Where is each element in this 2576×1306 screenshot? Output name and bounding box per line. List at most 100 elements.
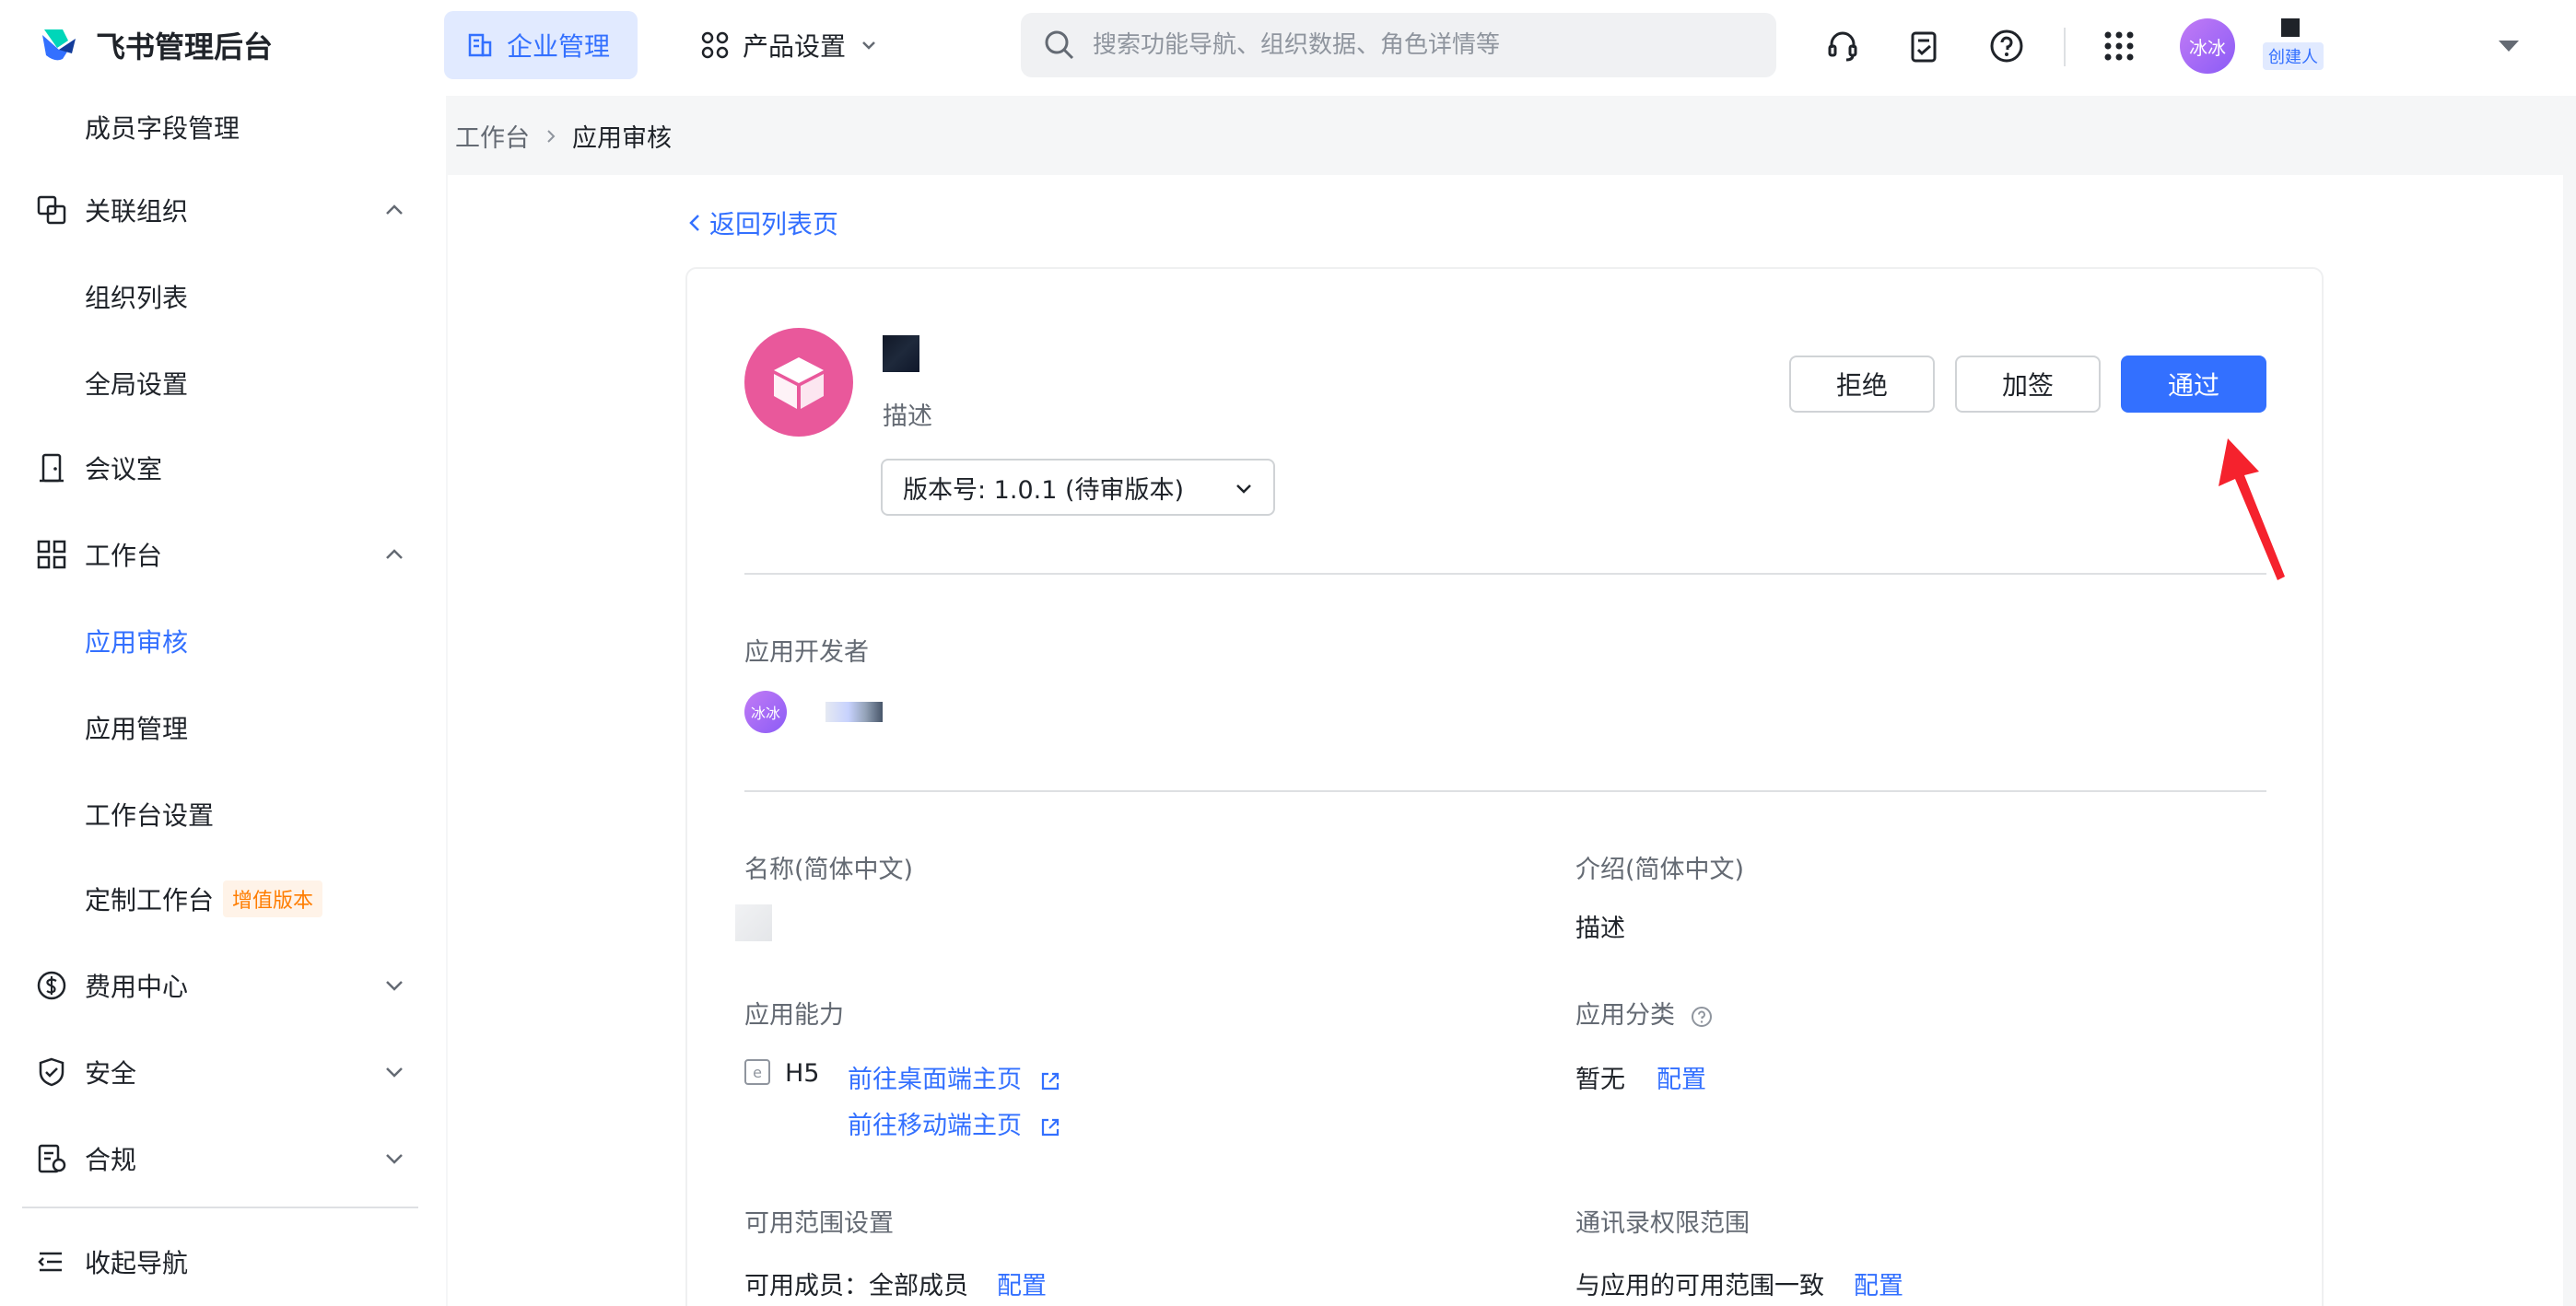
sidebar-item-linked-orgs[interactable]: 关联组织 xyxy=(0,173,446,247)
scope-label: 可用范围设置 xyxy=(744,1209,894,1238)
sidebar-item-label: 应用管理 xyxy=(85,714,189,744)
mobile-home-link-label: 前往移动端主页 xyxy=(848,1112,1022,1140)
intro-label: 介绍(简体中文) xyxy=(1575,856,1745,884)
sidebar-item-global-settings[interactable]: 全局设置 xyxy=(0,346,446,420)
app-description: 描述 xyxy=(883,402,932,431)
sidebar-item-workplace[interactable]: 工作台 xyxy=(0,518,446,591)
nav-product-label: 产品设置 xyxy=(743,31,847,62)
help-icon[interactable] xyxy=(1985,24,2029,68)
contacts-config-link[interactable]: 配置 xyxy=(1854,1265,1903,1301)
developer-label: 应用开发者 xyxy=(744,638,869,667)
sidebar-item-label: 安全 xyxy=(85,1058,137,1089)
sidebar-item-label: 成员字段管理 xyxy=(85,113,240,144)
chevron-down-icon xyxy=(1236,484,1251,494)
user-role[interactable]: 创建人 xyxy=(2263,18,2324,70)
back-to-list-link[interactable]: 返回列表页 xyxy=(685,204,838,241)
app-logo xyxy=(744,328,853,437)
header-divider xyxy=(2064,28,2066,66)
brand-title: 飞书管理后台 xyxy=(96,29,274,64)
user-avatar[interactable]: 冰冰 xyxy=(2180,18,2235,74)
ability-type: H5 xyxy=(785,1059,820,1088)
version-select[interactable]: 版本号: 1.0.1 (待审版本) xyxy=(881,459,1275,516)
collapse-nav-icon xyxy=(35,1245,68,1278)
red-arrow-annotation xyxy=(2219,438,2285,580)
back-link-label: 返回列表页 xyxy=(709,209,839,239)
desktop-home-link-label: 前往桌面端主页 xyxy=(848,1066,1022,1094)
search-box[interactable] xyxy=(1021,13,1776,77)
scope-value: 可用成员：全部成员 xyxy=(744,1272,968,1300)
sidebar-item-label: 关联组织 xyxy=(85,196,189,227)
countersign-button[interactable]: 加签 xyxy=(1955,356,2101,413)
sidebar-item-meeting-rooms[interactable]: 会议室 xyxy=(0,431,446,505)
intro-value: 描述 xyxy=(1575,915,1625,943)
name-label: 名称(简体中文) xyxy=(744,856,914,884)
help-icon[interactable] xyxy=(1691,1006,1713,1028)
search-icon xyxy=(1045,30,1074,60)
sidebar-item-security[interactable]: 安全 xyxy=(0,1035,446,1109)
meeting-room-icon xyxy=(35,451,68,484)
sidebar-item-label: 会议室 xyxy=(85,454,163,484)
contacts-scope-value: 与应用的可用范围一致 xyxy=(1575,1272,1824,1300)
account-dropdown-icon[interactable] xyxy=(2497,37,2521,55)
sidebar-item-label: 定制工作台 xyxy=(85,885,215,915)
external-link-icon xyxy=(1041,1118,1059,1136)
linked-org-icon xyxy=(35,193,68,227)
scope-config-link[interactable]: 配置 xyxy=(997,1265,1047,1301)
headset-icon[interactable] xyxy=(1821,24,1865,68)
category-value: 暂无 xyxy=(1575,1066,1625,1094)
sidebar-item-app-management[interactable]: 应用管理 xyxy=(0,691,446,764)
category-config-link[interactable]: 配置 xyxy=(1657,1059,1706,1095)
name-value-redacted xyxy=(735,904,772,941)
chevron-left-icon xyxy=(689,215,699,231)
external-link-icon xyxy=(1041,1072,1059,1090)
mobile-home-link[interactable]: 前往移动端主页 xyxy=(848,1105,1061,1141)
breadcrumb: 工作台 应用审核 xyxy=(455,118,672,154)
nav-enterprise-label: 企业管理 xyxy=(507,31,611,62)
creator-badge: 创建人 xyxy=(2263,42,2324,70)
sidebar-item-member-fields[interactable]: 成员字段管理 xyxy=(0,90,446,164)
app-grid-icon[interactable] xyxy=(2097,24,2141,68)
sidebar: 成员字段管理 关联组织 组织列表 全局设置 会议室 工作台 应用审核 应用管理 … xyxy=(0,96,446,1306)
sidebar-item-label: 应用审核 xyxy=(85,627,189,658)
chevron-down-icon xyxy=(386,1154,403,1164)
workplace-grid-icon xyxy=(35,538,68,571)
sidebar-item-app-review[interactable]: 应用审核 xyxy=(0,604,446,678)
sidebar-item-label: 工作台设置 xyxy=(85,800,215,831)
sidebar-divider xyxy=(22,1207,418,1208)
sidebar-item-workplace-settings[interactable]: 工作台设置 xyxy=(0,777,446,851)
chevron-down-icon xyxy=(386,981,403,991)
chevron-right-icon xyxy=(547,129,556,143)
compliance-doc-icon xyxy=(35,1142,68,1175)
sidebar-item-label: 费用中心 xyxy=(85,972,189,1002)
sidebar-item-label: 合规 xyxy=(85,1145,137,1175)
category-label-row: 应用分类 xyxy=(1575,995,1713,1031)
brand[interactable]: 飞书管理后台 xyxy=(35,22,273,68)
nav-product-settings[interactable]: 产品设置 xyxy=(700,11,879,79)
sidebar-collapse-nav[interactable]: 收起导航 xyxy=(0,1225,446,1299)
breadcrumb-current: 应用审核 xyxy=(572,124,672,153)
contacts-scope-label: 通讯录权限范围 xyxy=(1575,1209,1750,1238)
chevron-down-icon xyxy=(862,41,875,50)
chevron-up-icon xyxy=(386,204,403,215)
section-divider xyxy=(744,573,2266,575)
dollar-icon xyxy=(35,969,68,1002)
shield-icon xyxy=(35,1055,68,1089)
sidebar-item-org-list[interactable]: 组织列表 xyxy=(0,260,446,333)
sidebar-item-custom-workplace[interactable]: 定制工作台 增值版本 xyxy=(0,862,446,936)
sidebar-item-compliance[interactable]: 合规 xyxy=(0,1122,446,1195)
building-icon xyxy=(468,33,492,57)
ability-label: 应用能力 xyxy=(744,1001,844,1030)
desktop-home-link[interactable]: 前往桌面端主页 xyxy=(848,1059,1061,1095)
sidebar-item-label: 工作台 xyxy=(85,541,163,571)
sidebar-item-label: 全局设置 xyxy=(85,369,189,400)
nav-enterprise-management[interactable]: 企业管理 xyxy=(444,11,638,79)
breadcrumb-parent[interactable]: 工作台 xyxy=(455,118,530,154)
sidebar-item-label: 组织列表 xyxy=(85,283,189,313)
version-select-value: 版本号: 1.0.1 (待审版本) xyxy=(903,475,1185,505)
task-clipboard-icon[interactable] xyxy=(1902,24,1946,68)
reject-button[interactable]: 拒绝 xyxy=(1789,356,1935,413)
approve-button[interactable]: 通过 xyxy=(2121,356,2266,413)
search-input[interactable] xyxy=(1093,31,1738,59)
sidebar-item-billing[interactable]: 费用中心 xyxy=(0,949,446,1022)
chevron-down-icon xyxy=(386,1067,403,1078)
